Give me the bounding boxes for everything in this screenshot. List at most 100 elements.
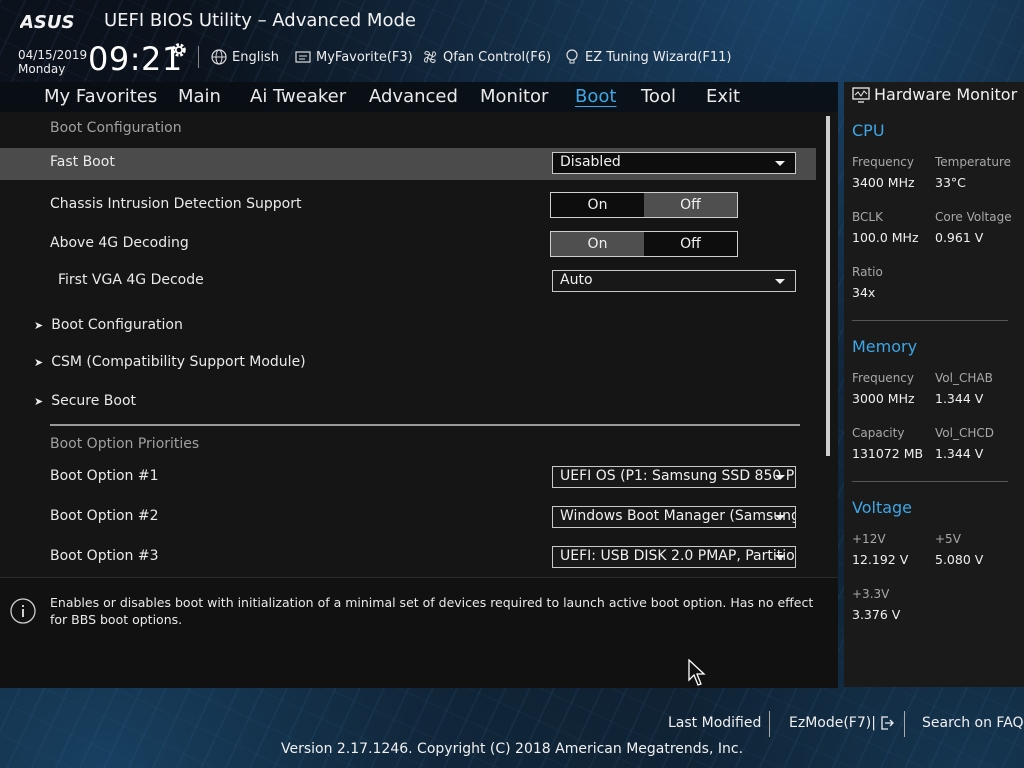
last-modified-label: Last Modified	[668, 715, 762, 731]
settings-panel: Boot Configuration Fast Boot Disabled Ch…	[0, 112, 838, 577]
myfavorite-button[interactable]: MyFavorite(F3)	[294, 48, 413, 66]
app-title: UEFI BIOS Utility – Advanced Mode	[104, 10, 416, 31]
mouse-cursor-icon	[688, 659, 706, 686]
bulb-icon	[566, 49, 578, 64]
boot-option-2-value: Windows Boot Manager (Samsung SSD	[560, 508, 796, 524]
dropdown-arrow-icon	[775, 279, 785, 284]
chevron-right-icon: ➤	[34, 356, 44, 369]
memory-section-title: Memory	[852, 337, 918, 356]
bclk-value: 100.0 MHz	[852, 230, 919, 245]
ratio-value: 34x	[852, 285, 876, 300]
v33-label: +3.3V	[852, 587, 890, 601]
hw-divider	[852, 320, 1008, 321]
info-icon	[10, 598, 36, 624]
scrollbar[interactable]	[826, 116, 830, 456]
capacity-label: Capacity	[852, 426, 905, 440]
first-vga-label: First VGA 4G Decode	[58, 272, 204, 288]
header-separator	[198, 46, 199, 68]
boot-option-3-dropdown[interactable]: UEFI: USB DISK 2.0 PMAP, Partition 1	[552, 546, 796, 568]
ezmode-button[interactable]: EzMode(F7)|	[789, 715, 896, 731]
main-nav: My Favorites Main Ai Tweaker Advanced Mo…	[0, 82, 838, 112]
submenu-csm[interactable]: ➤ CSM (Compatibility Support Module)	[34, 354, 306, 370]
above-4g-toggle[interactable]: On Off	[550, 231, 738, 257]
monitor-icon	[852, 86, 870, 103]
fan-icon	[424, 51, 436, 63]
submenu-label: Secure Boot	[51, 393, 137, 409]
fast-boot-dropdown[interactable]: Disabled	[552, 152, 796, 174]
language-button[interactable]: English	[210, 48, 279, 66]
ezmode-label: EzMode(F7)|	[789, 715, 876, 731]
vol-chab-value: 1.344 V	[935, 391, 984, 406]
dropdown-arrow-icon	[775, 161, 785, 166]
chassis-off-option[interactable]: Off	[644, 193, 737, 217]
brand-text: ASUS	[20, 12, 74, 31]
cpu-temperature-label: Temperature	[935, 155, 1012, 169]
boot-option-1-label: Boot Option #1	[50, 468, 159, 484]
v12-label: +12V	[852, 532, 886, 546]
dropdown-arrow-icon	[775, 475, 785, 480]
chassis-intrusion-label: Chassis Intrusion Detection Support	[50, 196, 302, 212]
memory-frequency-value: 3000 MHz	[852, 391, 915, 406]
boot-option-2-dropdown[interactable]: Windows Boot Manager (Samsung SSD	[552, 506, 796, 528]
vol-chcd-value: 1.344 V	[935, 446, 984, 461]
above-4g-on-option[interactable]: On	[551, 232, 644, 256]
dropdown-arrow-icon	[775, 555, 785, 560]
submenu-secure-boot[interactable]: ➤ Secure Boot	[34, 393, 136, 409]
search-faq-button[interactable]: Search on FAQ	[922, 715, 1024, 731]
above-4g-off-option[interactable]: Off	[644, 232, 737, 256]
version-text: Version 2.17.1246. Copyright (C) 2018 Am…	[280, 741, 744, 757]
date-text: 04/15/2019	[18, 48, 88, 62]
favorite-icon	[295, 51, 311, 63]
search-faq-label: Search on FAQ	[922, 715, 1024, 731]
tab-advanced[interactable]: Advanced	[369, 86, 458, 107]
submenu-boot-configuration[interactable]: ➤ Boot Configuration	[34, 317, 183, 333]
hardware-monitor-label: Hardware Monitor	[874, 85, 1018, 104]
vol-chab-label: Vol_CHAB	[935, 371, 993, 385]
footer-separator	[769, 711, 770, 737]
footer-separator	[904, 711, 905, 737]
core-voltage-value: 0.961 V	[935, 230, 984, 245]
v12-value: 12.192 V	[852, 552, 909, 567]
cpu-frequency-value: 3400 MHz	[852, 175, 915, 190]
tab-ai-tweaker[interactable]: Ai Tweaker	[250, 86, 346, 107]
cpu-temperature-value: 33°C	[935, 175, 966, 190]
tab-my-favorites[interactable]: My Favorites	[44, 86, 157, 107]
exit-arrow-icon	[881, 716, 894, 730]
tab-tool[interactable]: Tool	[641, 86, 676, 107]
clock: 09:21	[88, 40, 183, 78]
core-voltage-label: Core Voltage	[935, 210, 1012, 224]
vol-chcd-label: Vol_CHCD	[935, 426, 994, 440]
tab-monitor[interactable]: Monitor	[480, 86, 548, 107]
asus-logo: ASUS	[20, 12, 74, 31]
above-4g-label: Above 4G Decoding	[50, 235, 189, 251]
section-boot-option-priorities: Boot Option Priorities	[50, 436, 200, 452]
section-divider	[50, 424, 800, 426]
boot-option-3-label: Boot Option #3	[50, 548, 159, 564]
hardware-monitor-title: Hardware Monitor	[852, 85, 1017, 104]
fast-boot-value: Disabled	[560, 154, 621, 170]
help-text: Enables or disables boot with initializa…	[50, 595, 814, 627]
tab-main[interactable]: Main	[178, 86, 221, 107]
boot-option-1-dropdown[interactable]: UEFI OS (P1: Samsung SSD 850 PRO	[552, 466, 796, 488]
v5-value: 5.080 V	[935, 552, 984, 567]
date-display: 04/15/2019 Monday	[18, 48, 87, 76]
tab-exit[interactable]: Exit	[706, 86, 740, 107]
boot-option-1-value: UEFI OS (P1: Samsung SSD 850 PRO	[560, 468, 796, 484]
chassis-intrusion-toggle[interactable]: On Off	[550, 192, 738, 218]
cpu-section-title: CPU	[852, 121, 885, 140]
first-vga-dropdown[interactable]: Auto	[552, 270, 796, 292]
boot-option-2-label: Boot Option #2	[50, 508, 159, 524]
tab-boot[interactable]: Boot	[575, 86, 616, 107]
boot-option-3-value: UEFI: USB DISK 2.0 PMAP, Partition 1	[560, 548, 796, 564]
last-modified-button[interactable]: Last Modified	[668, 715, 761, 731]
myfavorite-label: MyFavorite(F3)	[316, 49, 413, 65]
submenu-label: Boot Configuration	[51, 317, 183, 333]
ez-tuning-label: EZ Tuning Wizard(F11)	[585, 49, 732, 65]
chassis-on-option[interactable]: On	[551, 193, 644, 217]
gear-icon[interactable]	[170, 41, 188, 59]
qfan-button[interactable]: Qfan Control(F6)	[421, 48, 551, 66]
ez-tuning-button[interactable]: EZ Tuning Wizard(F11)	[563, 48, 731, 66]
qfan-label: Qfan Control(F6)	[443, 49, 552, 65]
section-boot-configuration: Boot Configuration	[50, 120, 182, 136]
cpu-frequency-label: Frequency	[852, 155, 914, 169]
